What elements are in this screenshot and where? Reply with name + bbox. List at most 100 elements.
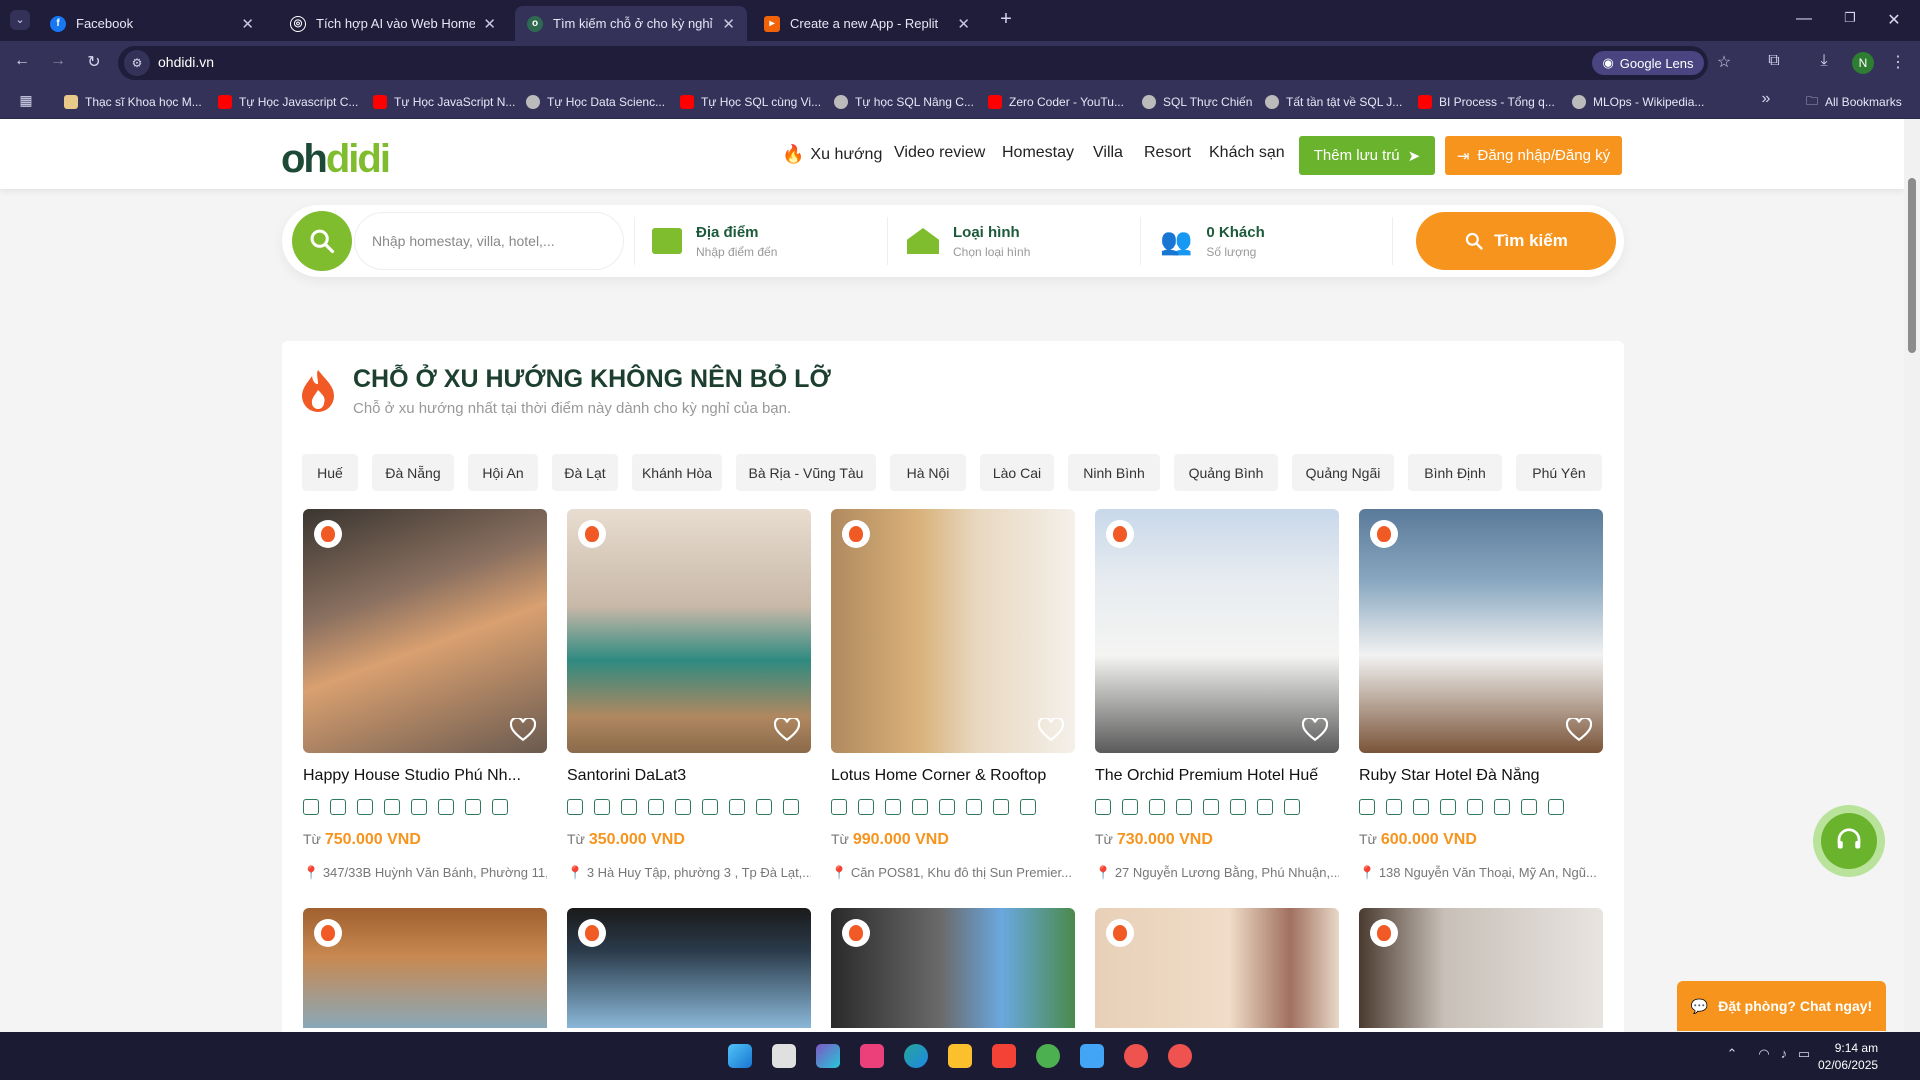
nav-video-review[interactable]: Video review xyxy=(894,144,985,162)
site-info-icon[interactable]: ⚙ xyxy=(124,50,150,76)
site-logo[interactable]: ohdidi xyxy=(281,137,391,182)
city-chip-quang-ngai[interactable]: Quảng Ngãi xyxy=(1292,454,1394,491)
minimize-button[interactable]: — xyxy=(1794,10,1814,28)
close-icon[interactable]: ✕ xyxy=(957,15,970,33)
property-image[interactable] xyxy=(1095,908,1339,1028)
property-image[interactable] xyxy=(1095,509,1339,753)
property-image[interactable] xyxy=(831,908,1075,1028)
bookmark-item[interactable]: MLOps - Wikipedia... xyxy=(1572,92,1704,112)
property-name[interactable]: Santorini DaLat3 xyxy=(567,767,811,785)
bookmark-item[interactable]: Tự Học Data Scienc... xyxy=(526,92,665,112)
volume-icon[interactable]: ♪ xyxy=(1776,1046,1792,1061)
bookmark-item[interactable]: Zero Coder - YouTu... xyxy=(988,92,1124,112)
search-button[interactable]: Tìm kiếm xyxy=(1416,212,1616,270)
city-chip-da-nang[interactable]: Đà Nẵng xyxy=(372,454,454,491)
city-chip-da-lat[interactable]: Đà Lạt xyxy=(552,454,618,491)
nav-resort[interactable]: Resort xyxy=(1144,144,1191,162)
support-button[interactable] xyxy=(1813,805,1885,877)
property-image[interactable] xyxy=(303,908,547,1028)
property-image[interactable] xyxy=(567,509,811,753)
profile-avatar[interactable]: N xyxy=(1852,52,1874,74)
apps-icon[interactable]: ▦ xyxy=(16,92,36,109)
download-icon[interactable]: ⤓ xyxy=(1814,52,1834,70)
city-chip-quang-binh[interactable]: Quảng Bình xyxy=(1174,454,1278,491)
youtube-icon[interactable] xyxy=(992,1044,1016,1068)
extensions-icon[interactable]: ⧉ xyxy=(1764,52,1784,70)
property-card[interactable]: The Orchid Premium Hotel Huế Từ 730.000 … xyxy=(1095,509,1339,881)
close-icon[interactable]: ✕ xyxy=(483,15,496,33)
nav-hotel[interactable]: Khách sạn xyxy=(1209,144,1285,162)
guests-field[interactable]: 👥 0 Khách Số lượng xyxy=(1160,215,1265,267)
tab-ohdidi[interactable]: o Tìm kiếm chỗ ở cho kỳ nghỉ của ✕ xyxy=(515,6,747,41)
city-chip-ha-noi[interactable]: Hà Nội xyxy=(890,454,966,491)
address-bar[interactable] xyxy=(118,46,1708,80)
city-chip-khanh-hoa[interactable]: Khánh Hòa xyxy=(632,454,722,491)
edge-icon[interactable] xyxy=(904,1044,928,1068)
chevron-up-icon[interactable]: ⌃ xyxy=(1724,1046,1740,1062)
tab-facebook[interactable]: f Facebook ✕ xyxy=(38,6,266,41)
store-icon[interactable] xyxy=(860,1044,884,1068)
bookmark-item[interactable]: SQL Thực Chiến xyxy=(1142,92,1252,112)
battery-icon[interactable]: ▭ xyxy=(1796,1046,1812,1062)
forward-icon[interactable]: → xyxy=(48,52,68,70)
login-button[interactable]: ⇥ Đăng nhập/Đăng ký xyxy=(1445,136,1622,175)
tab-openai[interactable]: ◎ Tích hợp AI vào Web Homestay ✕ xyxy=(278,6,508,41)
property-image[interactable] xyxy=(1359,908,1603,1028)
close-icon[interactable]: ✕ xyxy=(722,15,735,33)
heart-icon[interactable] xyxy=(510,718,536,742)
search-input[interactable]: Nhập homestay, villa, hotel,... xyxy=(354,212,624,270)
chevron-right-icon[interactable]: » xyxy=(1756,90,1776,108)
nav-homestay[interactable]: Homestay xyxy=(1002,144,1074,162)
app-icon[interactable] xyxy=(1080,1044,1104,1068)
bookmark-item[interactable]: Tự Học SQL cùng Vi... xyxy=(680,92,821,112)
city-chip-hoi-an[interactable]: Hội An xyxy=(468,454,538,491)
property-card[interactable]: Lotus Home Corner & Rooftop Từ 990.000 V… xyxy=(831,509,1075,881)
search-icon[interactable] xyxy=(292,211,352,271)
property-image[interactable] xyxy=(1359,509,1603,753)
property-image[interactable] xyxy=(831,509,1075,753)
all-bookmarks[interactable]: 🗀 All Bookmarks xyxy=(1806,92,1902,112)
bookmark-item[interactable]: Tự Học JavaScript N... xyxy=(373,92,515,112)
file-explorer-icon[interactable] xyxy=(948,1044,972,1068)
chrome-icon[interactable] xyxy=(1036,1044,1060,1068)
type-field[interactable]: Loại hình Chọn loại hình xyxy=(907,215,1030,267)
property-image[interactable] xyxy=(303,509,547,753)
property-card[interactable]: Ruby Star Hotel Đà Nẵng Từ 600.000 VND 📍… xyxy=(1359,509,1603,881)
tab-search-button[interactable]: ⌄ xyxy=(10,10,30,30)
task-view-icon[interactable] xyxy=(772,1044,796,1068)
close-icon[interactable]: ✕ xyxy=(241,15,254,33)
city-chip-phu-yen[interactable]: Phú Yên xyxy=(1516,454,1602,491)
location-field[interactable]: Địa điểm Nhập điểm đến xyxy=(652,215,777,267)
city-chip-ninh-binh[interactable]: Ninh Bình xyxy=(1068,454,1160,491)
city-chip-hue[interactable]: Huế xyxy=(302,454,358,491)
property-name[interactable]: Lotus Home Corner & Rooftop xyxy=(831,767,1075,785)
bookmark-item[interactable]: Tất tần tật về SQL J... xyxy=(1265,92,1402,112)
restore-button[interactable]: ❐ xyxy=(1840,10,1860,26)
bookmark-item[interactable]: Thạc sĩ Khoa học M... xyxy=(64,92,202,112)
close-window-button[interactable]: ✕ xyxy=(1884,10,1904,30)
property-name[interactable]: Ruby Star Hotel Đà Nẵng xyxy=(1359,767,1603,785)
bookmark-item[interactable]: BI Process - Tổng q... xyxy=(1418,92,1555,112)
menu-icon[interactable]: ⋮ xyxy=(1888,52,1908,72)
chat-now-button[interactable]: 💬 Đặt phòng? Chat ngay! xyxy=(1677,981,1886,1031)
taskbar-clock[interactable]: 9:14 am 02/06/2025 xyxy=(1818,1040,1878,1074)
reload-icon[interactable]: ↻ xyxy=(84,52,104,72)
google-lens-button[interactable]: ◉ Google Lens xyxy=(1592,51,1704,75)
property-card[interactable]: Santorini DaLat3 Từ 350.000 VND 📍 3 Hà H… xyxy=(567,509,811,881)
copilot-icon[interactable] xyxy=(816,1044,840,1068)
property-card[interactable]: Happy House Studio Phú Nh... Từ 750.000 … xyxy=(303,509,547,881)
city-chip-lao-cai[interactable]: Lào Cai xyxy=(980,454,1054,491)
chrome-icon[interactable] xyxy=(1168,1044,1192,1068)
nav-trending[interactable]: 🔥 Xu hướng xyxy=(782,144,882,165)
heart-icon[interactable] xyxy=(1302,718,1328,742)
bookmark-item[interactable]: Tự học SQL Nâng C... xyxy=(834,92,974,112)
city-chip-binh-dinh[interactable]: Bình Định xyxy=(1408,454,1502,491)
heart-icon[interactable] xyxy=(1038,718,1064,742)
back-icon[interactable]: ← xyxy=(12,52,32,70)
nav-villa[interactable]: Villa xyxy=(1093,144,1123,162)
property-name[interactable]: Happy House Studio Phú Nh... xyxy=(303,767,547,785)
bookmark-item[interactable]: Tự Học Javascript C... xyxy=(218,92,358,112)
new-tab-button[interactable]: + xyxy=(996,8,1016,31)
scrollbar-thumb[interactable] xyxy=(1908,178,1916,353)
add-listing-button[interactable]: Thêm lưu trú ➤ xyxy=(1299,136,1435,175)
